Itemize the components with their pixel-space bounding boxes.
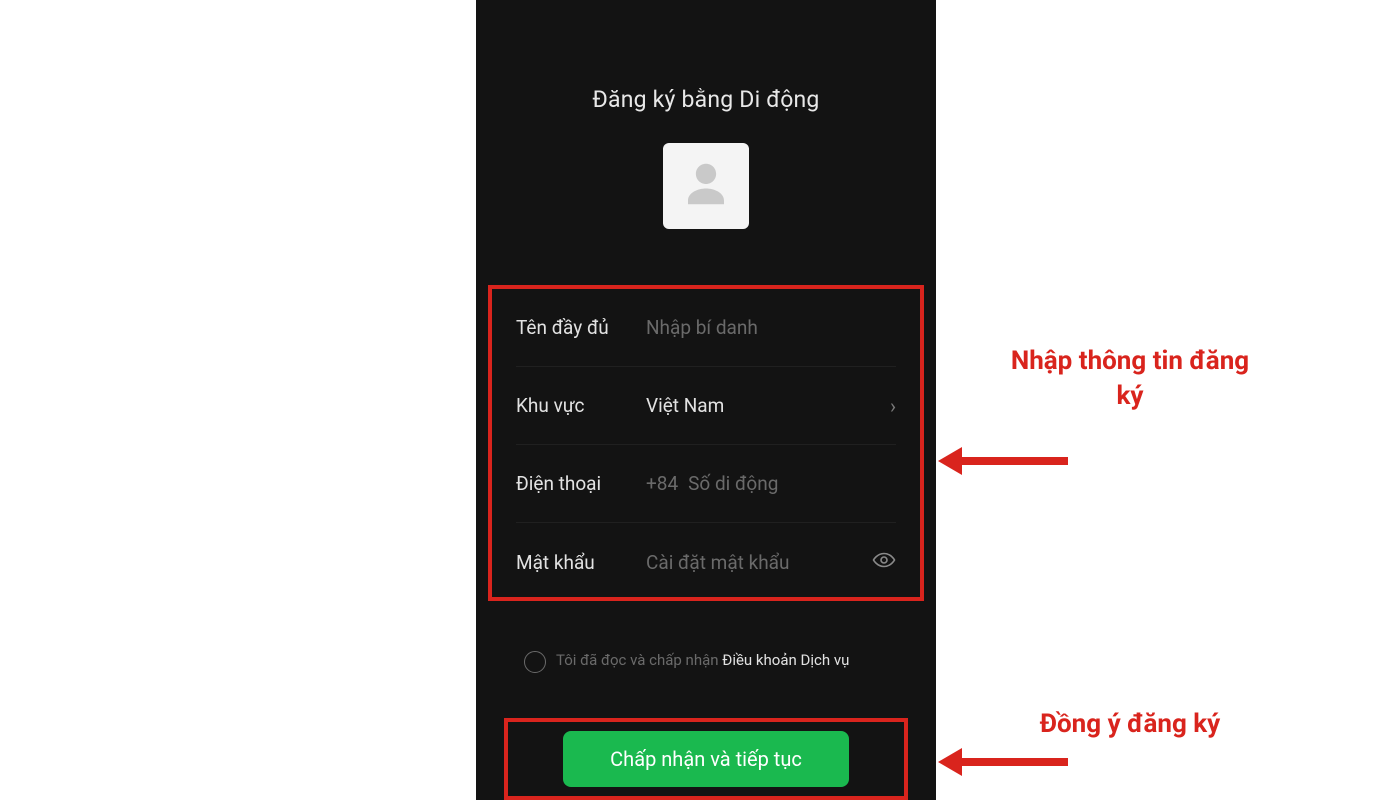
terms-text: Tôi đã đọc và chấp nhận Điều khoản Dịch … [556,650,849,672]
submit-highlight: Chấp nhận và tiếp tục [504,718,908,800]
full-name-row: Tên đầy đủ [516,289,896,367]
arrow-form [938,447,1068,475]
password-row: Mật khẩu [516,523,896,601]
phone-label: Điện thoại [516,472,646,495]
full-name-label: Tên đầy đủ [516,316,646,339]
terms-link[interactable]: Điều khoản Dịch vụ [722,651,849,669]
terms-radio-icon[interactable] [524,651,546,673]
phone-input[interactable] [688,472,896,495]
chevron-right-icon: › [880,394,896,418]
avatar-upload[interactable] [663,143,749,229]
phone-row: Điện thoại +84 [516,445,896,523]
full-name-input[interactable] [646,316,896,339]
callout-submit: Đồng ý đăng ký [1000,707,1260,742]
terms-row[interactable]: Tôi đã đọc và chấp nhận Điều khoản Dịch … [524,650,906,673]
region-value: Việt Nam [646,394,880,417]
eye-icon[interactable] [862,548,896,577]
password-label: Mật khẩu [516,551,646,574]
page-title: Đăng ký bằng Di động [476,86,936,113]
accept-continue-button[interactable]: Chấp nhận và tiếp tục [563,731,849,787]
region-row[interactable]: Khu vực Việt Nam › [516,367,896,445]
phone-prefix: +84 [646,472,678,495]
region-label: Khu vực [516,394,646,417]
registration-form-highlight: Tên đầy đủ Khu vực Việt Nam › Điện thoại… [488,285,924,601]
arrow-submit [938,748,1068,776]
person-silhouette-icon [679,157,733,215]
phone-screen: Đăng ký bằng Di động Tên đầy đủ Khu vực … [476,0,936,800]
password-input[interactable] [646,551,862,574]
terms-prefix: Tôi đã đọc và chấp nhận [556,651,722,669]
callout-form: Nhập thông tin đăng ký [1000,344,1260,414]
